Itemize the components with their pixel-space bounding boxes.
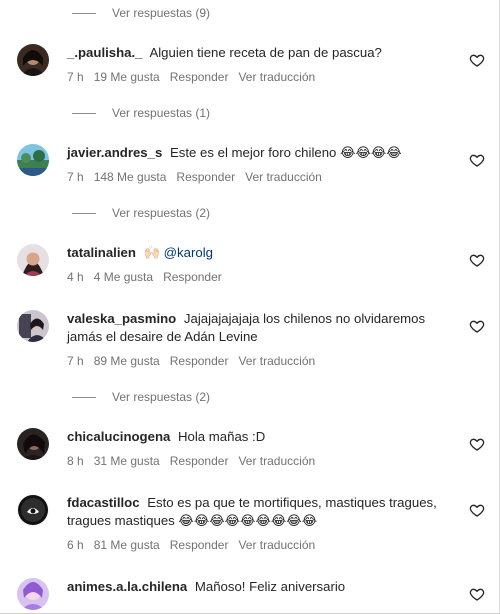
heart-outline-icon[interactable] [469, 52, 485, 68]
view-replies-label: Ver respuestas (1) [112, 106, 211, 120]
heart-outline-icon[interactable] [469, 152, 485, 168]
comment-body: valeska_pasmino Jajajajajajaja los chile… [67, 310, 459, 368]
comment-time[interactable]: 7 h [67, 70, 84, 84]
reply-button[interactable]: Responder [170, 70, 229, 84]
heart-outline-icon[interactable] [469, 586, 485, 602]
comment-likes[interactable]: 81 Me gusta [94, 538, 160, 552]
view-replies-label: Ver respuestas (9) [112, 6, 211, 20]
comment-username[interactable]: fdacastilloc [67, 495, 140, 510]
replies-divider-line [72, 112, 96, 114]
comment-text: Hola mañas :D [178, 429, 266, 444]
comment-username[interactable]: _.paulisha._ [67, 45, 143, 60]
comment-username[interactable]: javier.andres_s [67, 145, 162, 160]
comment-likes[interactable]: 31 Me gusta [94, 454, 160, 468]
mention-link[interactable]: @karolg [164, 245, 213, 260]
reply-button[interactable]: Responder [163, 270, 222, 284]
replies-divider-line [72, 396, 96, 398]
comment-likes[interactable]: 148 Me gusta [94, 170, 167, 184]
reply-button[interactable]: Responder [170, 538, 229, 552]
see-translation-button[interactable]: Ver traducción [238, 454, 315, 468]
comment-username[interactable]: tatalinalien [67, 245, 136, 260]
comment-body: fdacastilloc Esto es pa que te mortifiqu… [67, 494, 459, 552]
comment-text: Este es el mejor foro chileno 😂😂😂😂 [169, 145, 402, 160]
heart-outline-icon[interactable] [469, 252, 485, 268]
comment-likes[interactable]: 89 Me gusta [94, 354, 160, 368]
comment-body: chicalucinogena Hola mañas :D 8 h 31 Me … [67, 428, 459, 468]
avatar[interactable] [17, 310, 49, 342]
comment-likes[interactable]: 19 Me gusta [94, 70, 160, 84]
comment-time[interactable]: 7 h [67, 170, 84, 184]
comment-username[interactable]: animes.a.la.chilena [67, 579, 187, 594]
comment-time[interactable]: 8 h [67, 454, 84, 468]
avatar[interactable] [17, 144, 49, 176]
see-translation-button[interactable]: Ver traducción [238, 70, 315, 84]
reply-button[interactable]: Responder [176, 170, 235, 184]
comment-time[interactable]: 6 h [67, 538, 84, 552]
heart-outline-icon[interactable] [469, 436, 485, 452]
see-translation-button[interactable]: Ver traducción [238, 538, 315, 552]
avatar[interactable] [17, 494, 49, 526]
comment-username[interactable]: valeska_pasmino [67, 311, 176, 326]
comment-text: 🙌🏻 [143, 245, 160, 260]
reply-button[interactable]: Responder [170, 454, 229, 468]
comment-text: Mañoso! Feliz aniversario [194, 579, 346, 594]
reply-button[interactable]: Responder [170, 354, 229, 368]
view-replies-label: Ver respuestas (2) [112, 206, 211, 220]
see-translation-button[interactable]: Ver traducción [238, 354, 315, 368]
view-replies-button[interactable]: Ver respuestas (9) [72, 5, 210, 21]
view-replies-button[interactable]: Ver respuestas (2) [72, 205, 210, 221]
comment-text: Alguien tiene receta de pan de pascua? [149, 45, 382, 60]
comment-username[interactable]: chicalucinogena [67, 429, 170, 444]
comment-body: javier.andres_s Este es el mejor foro ch… [67, 144, 459, 184]
view-replies-button[interactable]: Ver respuestas (1) [72, 105, 210, 121]
replies-divider-line [72, 12, 96, 14]
comment-body: _.paulisha._ Alguien tiene receta de pan… [67, 44, 459, 84]
comment-time[interactable]: 4 h [67, 270, 84, 284]
avatar[interactable] [17, 578, 49, 610]
avatar[interactable] [17, 44, 49, 76]
comment-likes[interactable]: 4 Me gusta [94, 270, 153, 284]
avatar[interactable] [17, 428, 49, 460]
view-replies-button[interactable]: Ver respuestas (2) [72, 389, 210, 405]
heart-outline-icon[interactable] [469, 502, 485, 518]
comment-body: animes.a.la.chilena Mañoso! Feliz aniver… [67, 578, 459, 596]
view-replies-label: Ver respuestas (2) [112, 390, 211, 404]
heart-outline-icon[interactable] [469, 318, 485, 334]
comment-time[interactable]: 7 h [67, 354, 84, 368]
comment-body: tatalinalien 🙌🏻 @karolg 4 h 4 Me gusta R… [67, 244, 459, 284]
avatar[interactable] [17, 244, 49, 276]
see-translation-button[interactable]: Ver traducción [245, 170, 322, 184]
replies-divider-line [72, 212, 96, 214]
